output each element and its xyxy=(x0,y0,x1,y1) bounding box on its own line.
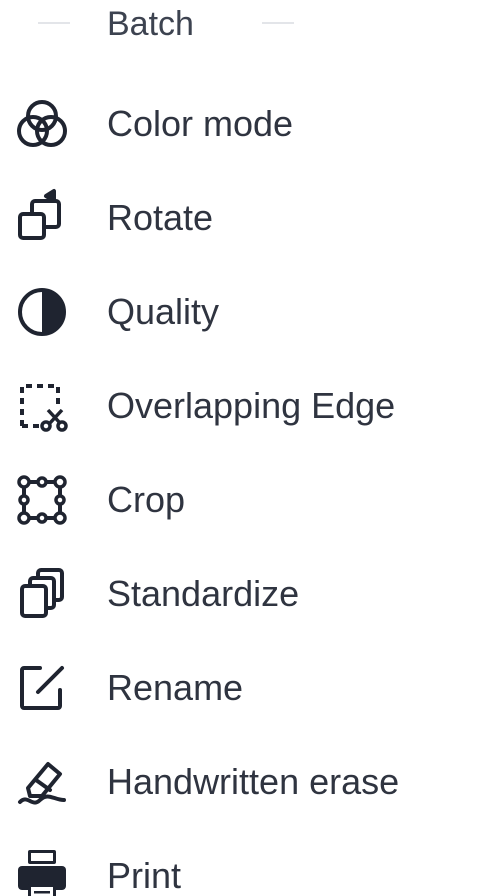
menu-item-label: Rotate xyxy=(107,197,214,238)
menu-item-label: Standardize xyxy=(107,573,300,614)
batch-menu: Batch Color mode Rotate Quality Overlapp… xyxy=(0,0,477,896)
menu-section-header: Batch xyxy=(0,0,477,60)
standardize-icon xyxy=(10,562,74,626)
menu-item-standardize[interactable]: Standardize xyxy=(0,548,477,642)
menu-item-label: Print xyxy=(107,855,182,896)
rename-icon xyxy=(10,656,74,720)
menu-item-print[interactable]: Print xyxy=(0,830,477,896)
menu-item-label: Rename xyxy=(107,667,244,708)
menu-item-rotate[interactable]: Rotate xyxy=(0,172,477,266)
header-divider-left xyxy=(38,22,70,24)
menu-item-color-mode[interactable]: Color mode xyxy=(0,78,477,172)
menu-item-label: Color mode xyxy=(107,103,294,144)
menu-item-label: Overlapping Edge xyxy=(107,385,396,426)
crop-icon xyxy=(10,468,74,532)
section-title: Batch xyxy=(107,5,194,43)
menu-item-rename[interactable]: Rename xyxy=(0,642,477,736)
header-divider-right xyxy=(262,22,294,24)
menu-item-label: Crop xyxy=(107,479,186,520)
menu-item-label: Quality xyxy=(107,291,220,332)
print-icon xyxy=(10,844,74,896)
menu-item-overlapping-edge[interactable]: Overlapping Edge xyxy=(0,360,477,454)
color-mode-icon xyxy=(10,92,74,156)
quality-icon xyxy=(10,280,74,344)
menu-item-label: Handwritten erase xyxy=(107,761,400,802)
menu-item-quality[interactable]: Quality xyxy=(0,266,477,360)
menu-item-handwritten-erase[interactable]: Handwritten erase xyxy=(0,736,477,830)
handwritten-erase-icon xyxy=(10,750,74,814)
menu-item-crop[interactable]: Crop xyxy=(0,454,477,548)
overlapping-edge-icon xyxy=(10,374,74,438)
rotate-icon xyxy=(10,186,74,250)
